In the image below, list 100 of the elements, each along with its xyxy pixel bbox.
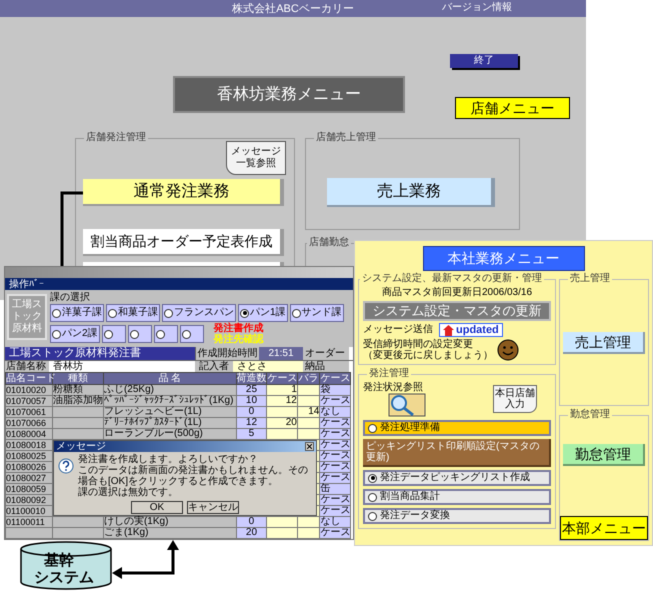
table-cell: ケース (320, 473, 350, 483)
radio-option[interactable]: 和菓子課 (106, 304, 160, 322)
table-cell-text: 1 (290, 385, 297, 395)
menu-header-button[interactable]: 香林坊業務メニュー (173, 76, 405, 113)
field-label: 納品 (303, 361, 349, 372)
store-menu-label: 店舗メニュー (455, 97, 570, 119)
last-update-text: 商品マスタ前回更新日2006/03/16 (380, 287, 534, 299)
menu-button[interactable]: 割当商品オーダー予定表作成 (83, 229, 284, 256)
table-cell-text: 01100010 (6, 506, 46, 516)
table-cell-text: 0 (248, 517, 256, 527)
section-label: 課の選択 (50, 292, 91, 303)
menu-header-button[interactable]: 本社業務メニュー (422, 246, 584, 271)
column-header: ケース (266, 372, 298, 384)
writer-field[interactable]: さとさ (233, 361, 303, 372)
table-cell-text: 10 (244, 396, 258, 406)
dialog-button[interactable]: OK (131, 501, 183, 514)
exit-button[interactable]: 終了 (450, 54, 518, 68)
table-cell-text: 01080026 (6, 462, 48, 472)
sales-button[interactable]: 売上業務 (327, 178, 495, 207)
dialog-button[interactable]: キャンセル (187, 501, 239, 514)
table-cell-text: 01070057 (6, 396, 48, 406)
picking-setting-button[interactable]: ピッキングリスト印刷順設定(マスタの更新) (363, 439, 551, 467)
sales-button[interactable]: 売上管理 (563, 332, 645, 354)
table-cell-text: 0 (248, 407, 256, 417)
field-label: 記入者 (195, 361, 233, 372)
table-cell-text: ごま(1Kg) (104, 528, 150, 538)
field-label: 店舗名称 (5, 361, 49, 372)
house-icon (443, 324, 454, 336)
table-cell: ケース (320, 396, 350, 406)
table-cell-text: 01080025 (6, 451, 48, 461)
close-icon[interactable] (305, 442, 314, 451)
column-header: 品 名 (103, 372, 236, 384)
message-send-label: メッセージ送信 (363, 324, 433, 336)
table-cell-text: けしの実(1Kg) (104, 517, 170, 527)
question-icon (58, 458, 74, 474)
table-cell: ケース (320, 528, 350, 538)
group-title: 売上管理 (568, 273, 612, 285)
radio-option[interactable]: パン2課 (50, 325, 100, 343)
radio-option[interactable]: 発注処理準備 (363, 420, 551, 436)
table-cell-text: ローランブルー(500g) (104, 429, 204, 439)
dialog-message: 課の選択は無効です。 (78, 487, 179, 498)
table-cell-text: 01080027 (6, 473, 48, 483)
table-cell-text: 袋 (320, 385, 332, 395)
radio-option[interactable] (128, 325, 152, 343)
table-cell: ケース (320, 506, 350, 516)
updated-badge[interactable]: updated (439, 323, 503, 337)
radio-option[interactable]: フランスパン (162, 304, 236, 322)
table-cell: ケース (320, 451, 350, 461)
group-title: 店舗勤怠 (307, 237, 351, 249)
table-cell-text: なし (320, 517, 342, 527)
table-cell-text: ふじ(25Kg) (104, 385, 155, 395)
table-cell-text: 20 (244, 528, 258, 538)
table-cell-text: ﾃﾞﾘｰﾅﾎｲｯﾌﾟｶｽﾀｰﾄﾞ(1L) (104, 418, 203, 428)
table-cell: ケース (320, 495, 350, 505)
table-cell-text: 5 (248, 429, 256, 439)
deadline-setting-text: 受信締切時間の設定変更 (363, 339, 474, 350)
table-cell-text: 粉糖類 (52, 385, 83, 395)
double-arrow (112, 540, 182, 580)
group-title: 店舗発注管理 (84, 132, 148, 144)
dialog-message: 発注書を作成します。よろしいですか？ (78, 454, 259, 465)
radio-option[interactable]: 発注データピッキングリスト作成 (363, 470, 551, 486)
table-cell-text: 01070066 (6, 418, 48, 428)
time-value: 21:51 (259, 347, 303, 360)
radio-option[interactable] (102, 325, 126, 343)
window-title: 株式会社ABCベーカリー (232, 2, 354, 16)
dialog-title: メッセージ (56, 441, 106, 452)
table-cell-text: 25 (244, 385, 258, 395)
field-label: 作成開始時間 (195, 347, 259, 360)
menu-button[interactable]: 通常発注業務 (83, 179, 284, 206)
radio-option[interactable]: サンド課 (290, 304, 344, 322)
hq-menu-label: 本部メニュー (560, 516, 648, 540)
radio-option[interactable]: 洋菓子課 (50, 304, 104, 322)
table-cell-text: なし (320, 407, 342, 417)
radio-option[interactable]: 割当商品集計 (363, 489, 551, 505)
table-cell-text: 12 (244, 418, 258, 428)
order-status-label: 発注状況参照 (363, 382, 424, 393)
table-cell: ケース (320, 429, 350, 439)
table-cell-text: 20 (284, 418, 297, 428)
group-title: 発注管理 (367, 368, 411, 380)
radio-option[interactable]: パン1課 (238, 304, 288, 322)
table-cell-text: 01100011 (6, 517, 46, 527)
master-update-button[interactable]: システム設定・マスタの更新 (363, 301, 551, 321)
radio-option[interactable] (180, 325, 204, 343)
attendance-button[interactable]: 勤怠管理 (563, 444, 645, 466)
store-input-note[interactable]: 本日店舗 入力 (493, 385, 537, 413)
table-cell-text: 01080092 (6, 495, 48, 505)
group-title: システム設定、最新マスタの更新・管理 (360, 273, 544, 285)
smiley-icon (497, 339, 519, 361)
table-cell: ケース (320, 440, 350, 450)
radio-option[interactable]: 発注データ変換 (363, 508, 551, 524)
database-label: システム (34, 569, 94, 586)
toolbar-title: 操作ﾊﾞｰ (9, 278, 44, 290)
message-list-note[interactable]: メッセージ 一覧参照 (226, 141, 286, 175)
form-title: 工場ストック原材料発注書 (5, 347, 195, 360)
table-cell-text: 01010020 (6, 385, 48, 395)
table-cell-text: 01080004 (6, 429, 48, 439)
version-link[interactable]: バージョン情報 (442, 2, 512, 14)
table-cell: ケース (320, 418, 350, 428)
table-cell-text: ﾍﾟｯﾊﾟｰｼﾞｬｯｸﾁｰｽﾞｼｭﾚｯﾄﾞ(1Kg) (104, 396, 234, 406)
radio-option[interactable] (154, 325, 178, 343)
